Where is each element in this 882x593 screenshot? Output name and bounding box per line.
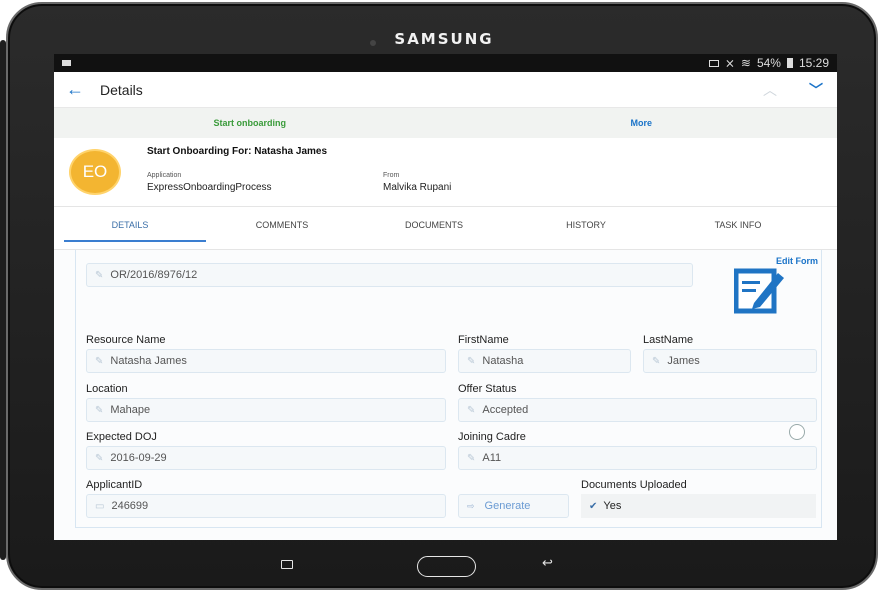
wifi-icon: ≋ [740, 56, 751, 70]
last-name-label: LastName [643, 334, 694, 346]
tab-bar: DETAILS COMMENTS DOCUMENTS HISTORY TASK … [54, 206, 837, 250]
applicant-id-label: ApplicantID [86, 479, 143, 491]
documents-uploaded-checkbox[interactable]: ✔ Yes [581, 494, 816, 518]
recent-apps-icon[interactable] [281, 560, 293, 569]
joining-cadre-value: A11 [482, 452, 502, 464]
action-bar: Start onboarding More [54, 108, 837, 138]
edit-icon: ✎ [95, 269, 104, 281]
page-title: Details [100, 81, 143, 98]
reference-field[interactable]: ✎ OR/2016/8976/12 [86, 263, 693, 287]
screen: ⨯ ≋ 54% 15:29 ← Details ︿ ﹀ Start onboar… [54, 54, 837, 540]
first-name-field[interactable]: ✎ Natasha [458, 349, 631, 373]
status-right: ⨯ ≋ 54% 15:29 [708, 56, 829, 70]
task-title: Start Onboarding For: Natasha James [147, 146, 328, 157]
resource-name-label: Resource Name [86, 334, 166, 346]
documents-uploaded-value: Yes [603, 500, 622, 512]
documents-uploaded-label: Documents Uploaded [581, 479, 687, 491]
expected-doj-field[interactable]: ✎ 2016-09-29 [86, 446, 446, 470]
brand-logo: SAMSUNG [394, 30, 494, 48]
details-form: Edit Form ✎ OR/2016/8976/12 Resource Nam… [54, 250, 837, 540]
applicant-id-field[interactable]: ▭ 246699 [86, 494, 446, 518]
tab-task-info[interactable]: TASK INFO [662, 206, 814, 250]
joining-cadre-label: Joining Cadre [458, 431, 526, 443]
first-name-value: Natasha [482, 355, 524, 367]
edit-icon: ✎ [95, 355, 104, 367]
edit-icon: ✎ [467, 355, 476, 367]
id-card-icon: ▭ [95, 500, 105, 512]
joining-cadre-field[interactable]: ✎ A11 [458, 446, 817, 470]
reference-value: OR/2016/8976/12 [110, 269, 198, 281]
edit-icon: ✎ [467, 452, 476, 464]
applicant-id-value: 246699 [111, 500, 149, 512]
tab-comments[interactable]: COMMENTS [206, 206, 358, 250]
tab-history[interactable]: HISTORY [510, 206, 662, 250]
offer-status-value: Accepted [482, 404, 529, 416]
application-label: Application [147, 172, 182, 179]
screen-mirroring-icon [708, 59, 719, 67]
form-frame [75, 250, 822, 528]
chevron-down-icon[interactable]: ﹀ [807, 80, 825, 100]
resource-name-value: Natasha James [110, 355, 187, 367]
check-icon: ✔ [589, 500, 598, 512]
chevron-up-icon[interactable]: ︿ [761, 80, 779, 100]
tab-documents[interactable]: DOCUMENTS [358, 206, 510, 250]
more-button[interactable]: More [446, 118, 838, 128]
application-value: ExpressOnboardingProcess [147, 182, 272, 193]
status-bar: ⨯ ≋ 54% 15:29 [54, 54, 837, 72]
back-key-icon[interactable]: ↩ [542, 555, 553, 571]
edit-form-icon[interactable] [734, 265, 784, 315]
expected-doj-label: Expected DOJ [86, 431, 157, 443]
edit-icon: ✎ [95, 452, 104, 464]
location-field[interactable]: ✎ Mahape [86, 398, 446, 422]
edit-icon: ✎ [467, 404, 476, 416]
notification-icon [62, 60, 71, 66]
generate-label: Generate [484, 500, 531, 512]
expected-doj-value: 2016-09-29 [110, 452, 167, 464]
battery-icon [786, 58, 793, 68]
back-arrow-icon[interactable]: ← [66, 79, 100, 100]
first-name-label: FirstName [458, 334, 509, 346]
avatar: EO [69, 149, 121, 195]
mute-icon: ⨯ [724, 56, 735, 70]
radio-button[interactable] [789, 424, 805, 440]
last-name-field[interactable]: ✎ James [643, 349, 817, 373]
last-name-value: James [667, 355, 700, 367]
clock: 15:29 [798, 56, 829, 70]
edit-icon: ✎ [95, 404, 104, 416]
offer-status-field[interactable]: ✎ Accepted [458, 398, 817, 422]
from-label: From [383, 172, 400, 179]
task-header: EO Start Onboarding For: Natasha James A… [54, 138, 837, 206]
home-button[interactable] [417, 556, 476, 577]
start-onboarding-button[interactable]: Start onboarding [54, 118, 446, 128]
edit-icon: ✎ [652, 355, 661, 367]
location-value: Mahape [110, 404, 151, 416]
battery-percent: 54% [756, 56, 781, 70]
offer-status-label: Offer Status [458, 383, 517, 395]
tab-details[interactable]: DETAILS [54, 206, 206, 250]
app-bar: ← Details ︿ ﹀ [54, 72, 837, 108]
from-value: Malvika Rupani [383, 182, 452, 193]
generate-button[interactable]: ⇨ Generate [458, 494, 569, 518]
resource-name-field[interactable]: ✎ Natasha James [86, 349, 446, 373]
generate-icon: ⇨ [467, 500, 475, 511]
location-label: Location [86, 383, 128, 395]
